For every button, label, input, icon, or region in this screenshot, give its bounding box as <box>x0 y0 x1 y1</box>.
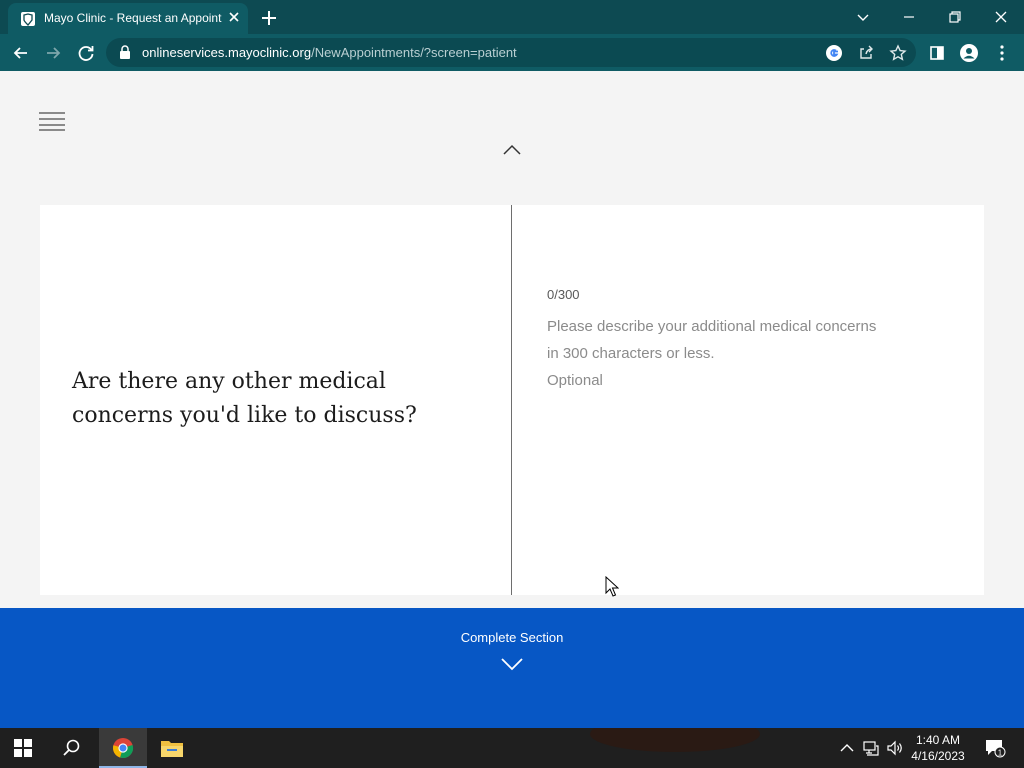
profile-avatar-icon[interactable] <box>958 42 980 64</box>
back-arrow-icon[interactable] <box>10 42 32 64</box>
taskbar-clock[interactable]: 1:40 AM 4/16/2023 <box>902 732 974 764</box>
search-icon[interactable] <box>62 738 82 758</box>
card-divider <box>511 205 512 595</box>
minimize-icon[interactable] <box>898 6 920 28</box>
url-path: /NewAppointments/?screen=patient <box>311 45 517 60</box>
network-icon[interactable] <box>862 739 880 757</box>
google-lens-icon[interactable] <box>824 43 844 63</box>
bookmark-star-icon[interactable] <box>888 43 908 63</box>
optional-label: Optional <box>547 372 603 389</box>
hamburger-menu-icon[interactable] <box>39 111 65 131</box>
taskbar-chrome-button[interactable] <box>99 728 147 768</box>
previous-question-chevron-up-icon[interactable] <box>502 143 522 157</box>
address-bar[interactable]: onlineservices.mayoclinic.org/NewAppoint… <box>106 38 916 67</box>
file-explorer-icon[interactable] <box>160 738 184 758</box>
lock-icon[interactable] <box>118 45 132 60</box>
mayo-clinic-favicon-icon <box>21 12 35 26</box>
question-text: Are there any other medical concerns you… <box>72 369 417 428</box>
notification-center-icon[interactable]: 1 <box>984 738 1006 758</box>
close-tab-icon[interactable] <box>226 9 242 25</box>
notification-count: 1 <box>998 749 1003 758</box>
restore-icon[interactable] <box>944 6 966 28</box>
complete-section-button[interactable]: Complete Section <box>0 608 1024 728</box>
clock-time: 1:40 AM <box>915 733 961 747</box>
side-panel-icon[interactable] <box>926 42 948 64</box>
question-card: Are there any other medical concerns you… <box>40 205 984 595</box>
chevron-down-icon <box>501 658 523 671</box>
browser-toolbar: onlineservices.mayoclinic.org/NewAppoint… <box>0 34 1024 71</box>
kebab-menu-icon[interactable] <box>991 42 1013 64</box>
show-hidden-icons-chevron-icon[interactable] <box>838 739 856 757</box>
forward-arrow-icon[interactable] <box>42 42 64 64</box>
windows-taskbar: 1:40 AM 4/16/2023 1 <box>0 728 1024 768</box>
windows-start-icon[interactable] <box>14 739 32 757</box>
url-text[interactable]: onlineservices.mayoclinic.org/NewAppoint… <box>142 45 517 60</box>
reload-icon[interactable] <box>75 42 97 64</box>
clock-date: 4/16/2023 <box>911 749 965 763</box>
medical-concerns-textarea[interactable] <box>547 313 877 553</box>
mouse-cursor-icon <box>605 576 619 597</box>
share-icon[interactable] <box>856 43 876 63</box>
chrome-icon <box>113 738 134 758</box>
new-tab-icon[interactable] <box>259 8 279 28</box>
tab-title: Mayo Clinic - Request an Appointment <box>44 11 222 25</box>
browser-tab[interactable]: Mayo Clinic - Request an Appointment <box>8 3 248 34</box>
tab-search-chevron-icon[interactable] <box>852 6 874 28</box>
browser-tab-strip: Mayo Clinic - Request an Appointment <box>0 0 1024 34</box>
character-counter: 0/300 <box>547 287 580 302</box>
desktop-wallpaper-shape <box>590 728 760 752</box>
close-window-icon[interactable] <box>990 6 1012 28</box>
url-domain: onlineservices.mayoclinic.org <box>142 45 312 60</box>
complete-section-label: Complete Section <box>460 630 564 645</box>
page-content: Are there any other medical concerns you… <box>0 71 1024 728</box>
